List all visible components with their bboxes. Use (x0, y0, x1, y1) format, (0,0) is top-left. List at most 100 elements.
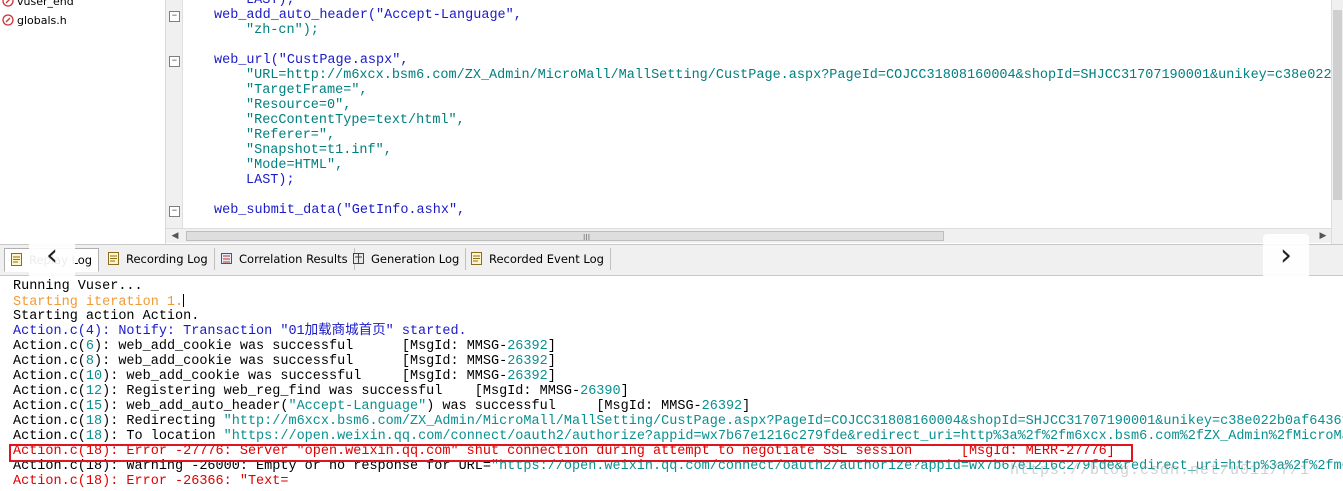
log-segment: ): To location (102, 429, 224, 444)
tab-label: Recorded Event Log (489, 252, 604, 266)
output-tab-bar: Replay Log Recording Log Correlation Res… (0, 244, 1343, 276)
log-segment: ] (620, 384, 629, 399)
fold-toggle-icon[interactable]: − (169, 206, 180, 217)
log-line: Starting action Action. (13, 309, 199, 324)
log-segment: 18 (85, 429, 103, 444)
code-line: LAST); (246, 0, 295, 8)
log-segment: "https://open.weixin.qq.com/connect/oaut… (223, 429, 1343, 444)
correlation-icon (221, 250, 232, 264)
code-line: "TargetFrame=", (246, 83, 368, 98)
fold-toggle-icon[interactable]: − (169, 11, 180, 22)
log-line: Action.c(15): web_add_auto_header("Accep… (13, 399, 750, 414)
log-segment: 26392 (507, 354, 548, 369)
log-segment: Action.c(18): Error -26366: "Text= (13, 474, 289, 489)
log-segment: Action.c( (13, 429, 86, 444)
code-line: "zh-cn"); (246, 23, 319, 38)
log-line: Action.c(18): Redirecting "http://m6xcx.… (13, 414, 1343, 429)
log-line: Action.c(6): web_add_cookie was successf… (13, 339, 556, 354)
code-line: "Snapshot=t1.inf", (246, 143, 392, 158)
log-line: Action.c(8): web_add_cookie was successf… (13, 354, 556, 369)
tab-label: Correlation Results (239, 252, 348, 266)
log-segment: 18 (85, 414, 103, 429)
tab-recorded-event-log[interactable]: Recorded Event Log (465, 248, 611, 270)
scrollbar-grip: III (583, 233, 591, 242)
log-segment: 6 (85, 339, 95, 354)
editor-vertical-scrollbar[interactable] (1331, 0, 1343, 244)
tab-label: Recording Log (126, 252, 208, 266)
log-segment: ): web_add_cookie was successful [MsgId:… (94, 339, 508, 354)
log-segment: Action.c( (13, 339, 86, 354)
log-segment: 10 (85, 369, 103, 384)
log-line: Running Vuser... (13, 279, 143, 294)
log-document-icon (11, 251, 22, 266)
log-segment: ): web_add_cookie was successful [MsgId:… (94, 354, 508, 369)
tab-recording-log[interactable]: Recording Log (102, 248, 215, 270)
error-highlight-box (9, 444, 1133, 462)
log-segment: ] (547, 354, 556, 369)
log-segment: 8 (85, 354, 95, 369)
log-segment: Starting action Action. (13, 309, 200, 324)
log-segment: ): Redirecting (102, 414, 224, 429)
log-segment: 15 (85, 399, 103, 414)
log-line: Action.c(10): web_add_cookie was success… (13, 369, 556, 384)
log-segment: ) was successful [MsgId: MMSG- (426, 399, 702, 414)
log-segment: "Accept-Language" (288, 399, 427, 414)
tree-item-globals-h[interactable]: globals.h (2, 14, 67, 28)
log-segment: "http://m6xcx.bsm6.com/ZX_Admin/MicroMal… (223, 414, 1343, 429)
tree-item-label: vuser_end (17, 0, 74, 8)
tab-generation-log[interactable]: Generation Log (347, 248, 467, 270)
scroll-right-arrow-icon[interactable]: ▶ (1316, 229, 1330, 243)
code-line: "Resource=0", (246, 98, 352, 113)
editor-horizontal-scrollbar[interactable]: ◀ III ▶ (166, 228, 1331, 243)
log-document-icon (471, 250, 482, 265)
code-line: web_submit_data("GetInfo.ashx", (214, 203, 466, 218)
scroll-left-arrow-icon[interactable]: ◀ (168, 229, 182, 243)
log-segment: Running Vuser... (13, 279, 143, 294)
log-segment: Action.c( (13, 399, 86, 414)
script-tree-panel: vuser_end globals.h (0, 0, 166, 244)
log-segment: ): web_add_auto_header( (102, 399, 289, 414)
code-line: "Mode=HTML", (246, 158, 344, 173)
log-document-icon (108, 250, 119, 265)
log-segment: 26390 (580, 384, 621, 399)
code-line: web_url("CustPage.aspx", (214, 53, 409, 68)
prev-arrow-icon[interactable]: ‹ (29, 234, 75, 280)
log-segment: Starting iteration 1. (13, 295, 184, 310)
code-line: LAST); (246, 173, 295, 188)
log-line: Action.c(18): Error -26366: "Text= (13, 474, 288, 489)
log-segment: Action.c( (13, 369, 86, 384)
log-segment: Action.c( (13, 384, 86, 399)
log-segment: 12 (85, 384, 103, 399)
watermark: https://blog.csdn.net/u011/7/1 (1010, 462, 1311, 479)
fold-toggle-icon[interactable]: − (169, 56, 180, 67)
tab-label: Generation Log (371, 252, 460, 266)
log-segment: ] (742, 399, 751, 414)
text-cursor (183, 294, 185, 307)
next-arrow-icon[interactable]: › (1263, 234, 1309, 280)
script-editor[interactable]: LAST); − web_add_auto_header("Accept-Langu… (166, 0, 1331, 228)
c-file-icon (2, 0, 14, 7)
tab-correlation-results[interactable]: Correlation Results (215, 248, 355, 270)
code-line: "RecContentType=text/html", (246, 113, 465, 128)
log-line: Action.c(18): To location "https://open.… (13, 429, 1343, 444)
log-line: Action.c(12): Registering web_reg_find w… (13, 384, 629, 399)
scrollbar-thumb[interactable]: III (186, 231, 944, 242)
log-segment: Action.c( (13, 414, 86, 429)
log-segment: 26392 (701, 399, 743, 414)
fold-gutter (166, 0, 183, 228)
code-line: "Referer=", (246, 128, 336, 143)
header-file-icon (2, 14, 14, 26)
log-segment: ] (547, 369, 556, 384)
code-line: "URL=http://m6xcx.bsm6.com/ZX_Admin/Micr… (246, 68, 1331, 83)
generation-icon (353, 250, 364, 264)
log-line: Starting iteration 1. (13, 294, 185, 310)
log-segment: 26392 (507, 369, 548, 384)
code-line: web_add_auto_header("Accept-Language", (214, 8, 522, 23)
log-segment: ): Registering web_reg_find was successf… (102, 384, 581, 399)
scrollbar-thumb[interactable] (1333, 10, 1342, 200)
tree-item-vuser-end[interactable]: vuser_end (2, 0, 74, 9)
log-segment: 26392 (507, 339, 548, 354)
tree-item-label: globals.h (17, 14, 67, 27)
log-segment: ] (547, 339, 556, 354)
log-line: Action.c(4): Notify: Transaction "01加载商城… (13, 324, 467, 339)
